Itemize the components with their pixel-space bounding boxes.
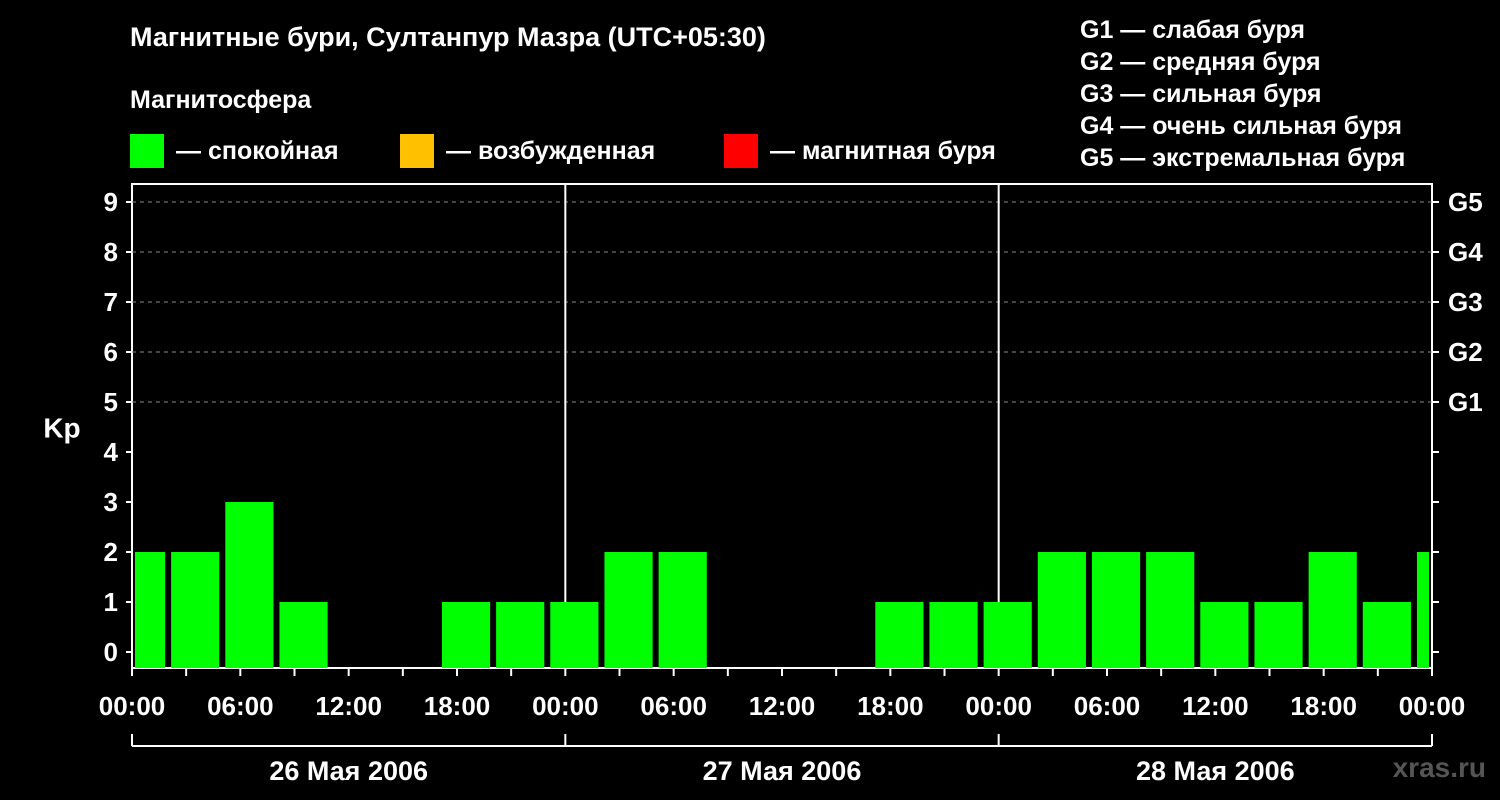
kp-bar [658, 552, 707, 668]
y-axis-label: Kp [43, 413, 80, 444]
right-axis-label-g1: G1 [1448, 387, 1483, 417]
x-tick-label: 00:00 [965, 691, 1032, 721]
y-tick-label: 8 [104, 237, 118, 267]
kp-chart: 0 1 2 3 4 5 6 7 8 9 G1 G2 G3 G4 G5 Kp 00:00 06:00 12:00 18:… [43, 183, 1483, 786]
kp-bar [1091, 552, 1141, 668]
kp-bar [1308, 552, 1357, 668]
kp-bar [1416, 552, 1429, 668]
day-label: 27 Мая 2006 [703, 756, 862, 786]
kp-bar [1254, 602, 1303, 668]
y-tick-label: 3 [104, 487, 118, 517]
kp-bar [225, 502, 274, 668]
plot-frame [131, 183, 1433, 669]
kp-bar [1200, 602, 1249, 668]
kp-bar [1037, 552, 1086, 668]
x-tick-label: 06:00 [207, 691, 274, 721]
y-tick-label: 0 [104, 637, 118, 667]
kp-bar [171, 552, 220, 668]
kp-bar [550, 602, 599, 668]
day-label: 26 Мая 2006 [269, 756, 428, 786]
x-tick-label: 12:00 [749, 691, 816, 721]
kp-bar [983, 602, 1032, 668]
x-tick-label: 06:00 [1074, 691, 1141, 721]
kp-bar [135, 552, 166, 668]
kp-bar [604, 552, 653, 668]
kp-bar [875, 602, 924, 668]
kp-bar [496, 602, 545, 668]
right-axis-label-g2: G2 [1448, 337, 1483, 367]
x-tick-label: 00:00 [532, 691, 599, 721]
x-tick-label: 18:00 [424, 691, 491, 721]
y-tick-label: 1 [104, 587, 118, 617]
kp-bar [1362, 602, 1411, 668]
x-tick-label: 18:00 [857, 691, 924, 721]
right-axis-label-g4: G4 [1448, 237, 1483, 267]
x-tick-label: 06:00 [640, 691, 707, 721]
right-axis-label-g3: G3 [1448, 287, 1483, 317]
x-tick-label: 18:00 [1290, 691, 1357, 721]
right-axis-label-g5: G5 [1448, 187, 1483, 217]
watermark: xras.ru [1392, 752, 1486, 783]
kp-bar [441, 602, 491, 668]
y-tick-label: 4 [104, 437, 119, 467]
x-tick-label: 12:00 [315, 691, 382, 721]
kp-bar [929, 602, 978, 668]
y-tick-label: 5 [104, 387, 118, 417]
kp-bar [279, 602, 328, 668]
y-tick-label: 7 [104, 287, 118, 317]
x-tick-label: 12:00 [1182, 691, 1249, 721]
y-tick-label: 2 [104, 537, 118, 567]
y-tick-label: 9 [104, 187, 118, 217]
y-tick-label: 6 [104, 337, 118, 367]
kp-bar [1146, 552, 1195, 668]
x-tick-label: 00:00 [99, 691, 166, 721]
x-tick-label: 00:00 [1399, 691, 1466, 721]
day-label: 28 Мая 2006 [1136, 756, 1295, 786]
